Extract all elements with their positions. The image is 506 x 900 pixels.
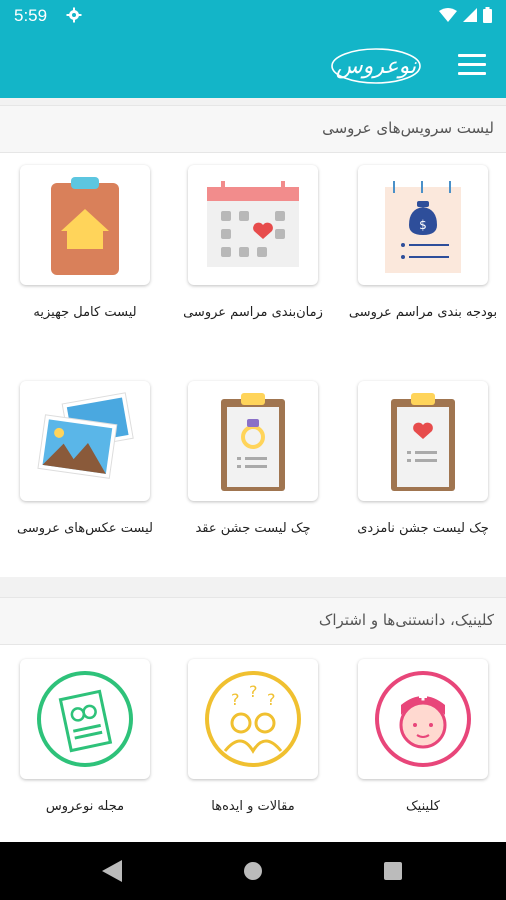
- svg-text:?: ?: [267, 690, 276, 709]
- app-logo: نوعروس: [331, 48, 421, 84]
- back-icon[interactable]: [102, 860, 122, 882]
- wedding-ring-checklist-icon: [221, 393, 285, 491]
- svg-text:?: ?: [231, 690, 240, 709]
- section-title: کلینیک، دانستنی‌ها و اشتراک: [318, 611, 494, 629]
- tile-label: لیست کامل جهیزیه: [33, 305, 137, 320]
- tile-label: لیست عکس‌های عروسی: [17, 521, 153, 536]
- tile-dowry-list[interactable]: [20, 165, 150, 285]
- section-title: لیست سرویس‌های عروسی: [322, 119, 494, 137]
- tile-wedding-ring-checklist[interactable]: [188, 381, 318, 501]
- tile-wedding-schedule[interactable]: [188, 165, 318, 285]
- status-time: 5:59: [14, 6, 48, 25]
- hamburger-menu-icon[interactable]: [458, 54, 486, 76]
- settings-gear-icon: [66, 7, 82, 23]
- calendar-icon: [207, 181, 299, 267]
- budget-icon: $: [385, 181, 461, 273]
- tile-magazine[interactable]: [20, 659, 150, 779]
- tile-label: بودجه بندی مراسم عروسی: [348, 305, 498, 320]
- magazine-icon: [37, 671, 133, 767]
- svg-text:نوعروس: نوعروس: [336, 54, 417, 79]
- tile-engagement-checklist[interactable]: [358, 381, 488, 501]
- status-bar: 5:59: [0, 0, 506, 32]
- clinic-grid: کلینیک ? ? ? مقالات و ایده‌ها مجله نوعرو…: [0, 645, 506, 842]
- nurse-icon: [375, 671, 471, 767]
- tile-label: چک لیست جشن نامزدی: [357, 521, 489, 536]
- tile-label: چک لیست جشن عقد: [195, 521, 311, 536]
- engagement-checklist-icon: [391, 393, 455, 491]
- tile-label: کلینیک: [406, 799, 440, 814]
- cell-signal-icon: [463, 8, 477, 22]
- app-bar: نوعروس: [0, 32, 506, 98]
- tile-label: مجله نوعروس: [45, 799, 125, 814]
- tile-wedding-photos[interactable]: [20, 381, 150, 501]
- services-grid: $ بودجه بندی مراسم عروسی زمان‌بندی مراسم…: [0, 153, 506, 577]
- section-header-services: لیست سرویس‌های عروسی: [0, 105, 506, 153]
- photos-icon: [37, 392, 134, 479]
- tile-articles-ideas[interactable]: ? ? ?: [188, 659, 318, 779]
- svg-text:?: ?: [249, 682, 258, 701]
- battery-icon: [483, 7, 492, 23]
- tile-budget[interactable]: $: [358, 165, 488, 285]
- ideas-icon: ? ? ?: [205, 671, 301, 767]
- system-nav-bar: [0, 842, 506, 900]
- dowry-list-icon: [51, 177, 119, 275]
- tile-label: مقالات و ایده‌ها: [211, 799, 295, 814]
- tile-clinic[interactable]: [358, 659, 488, 779]
- home-icon[interactable]: [243, 861, 263, 881]
- wifi-icon: [439, 8, 457, 22]
- section-header-clinic: کلینیک، دانستنی‌ها و اشتراک: [0, 597, 506, 645]
- recents-icon[interactable]: [384, 862, 402, 880]
- svg-text:$: $: [419, 218, 427, 232]
- tile-label: زمان‌بندی مراسم عروسی: [183, 305, 323, 320]
